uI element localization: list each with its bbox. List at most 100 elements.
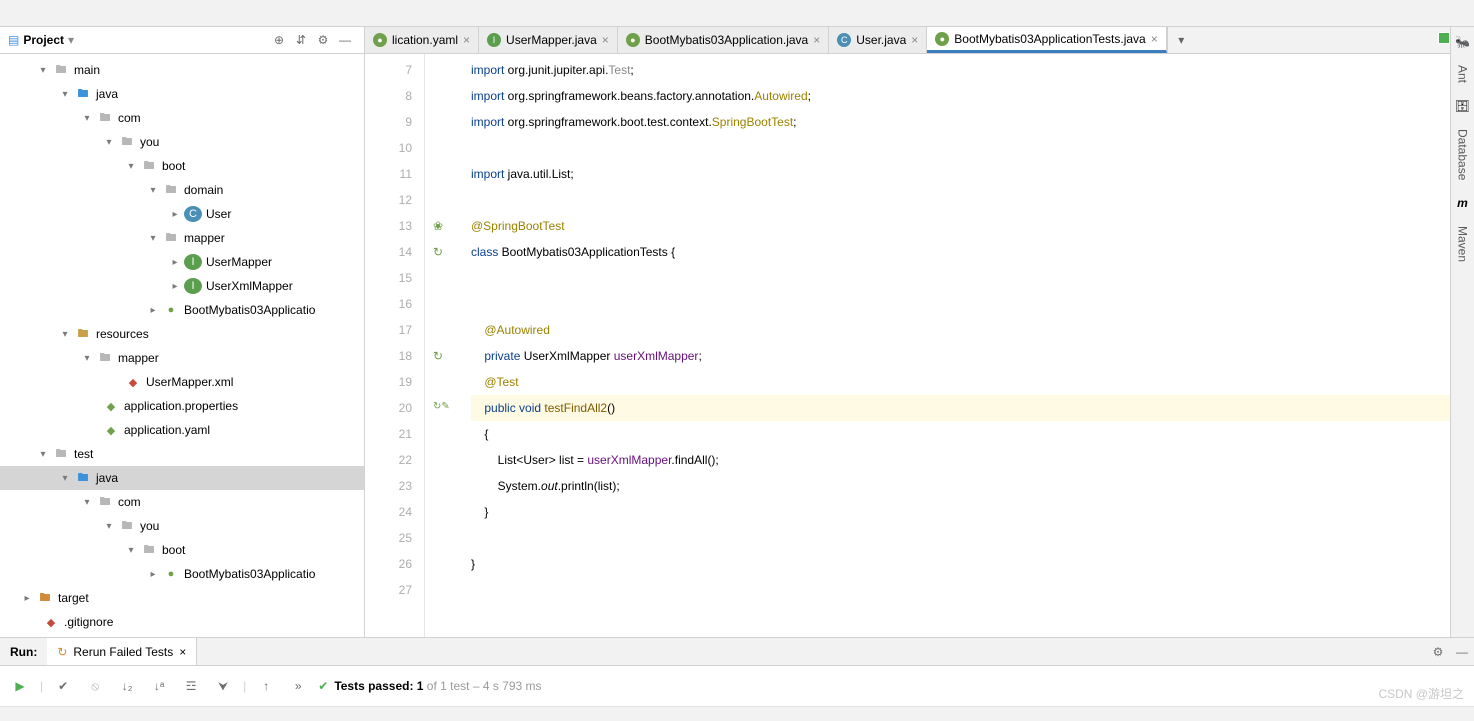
tree-item-usermapper[interactable]: IUserMapper <box>0 250 364 274</box>
tree-arrow-icon[interactable] <box>104 521 114 532</box>
tabs-more-icon[interactable]: ▾ <box>1167 27 1195 53</box>
code-line[interactable]: @SpringBootTest <box>471 213 1474 239</box>
ant-icon[interactable]: 🐜 <box>1455 35 1470 49</box>
tree-arrow-icon[interactable] <box>148 305 158 316</box>
tree-arrow-icon[interactable] <box>82 113 92 124</box>
tree-item-you[interactable]: 🖿you <box>0 130 364 154</box>
tree-arrow-icon[interactable] <box>60 473 70 484</box>
tool-maven[interactable]: Maven <box>1456 226 1470 262</box>
tree-arrow-icon[interactable] <box>82 353 92 364</box>
tree-item-userxmlmapper[interactable]: IUserXmlMapper <box>0 274 364 298</box>
tree-arrow-icon[interactable] <box>60 89 70 100</box>
close-icon[interactable]: × <box>911 33 918 47</box>
run-gutter-icon[interactable]: ↻ <box>433 349 447 363</box>
code-line[interactable] <box>471 577 1474 603</box>
tree-item-domain[interactable]: 🖿domain <box>0 178 364 202</box>
tree-item-main[interactable]: 🖿main <box>0 58 364 82</box>
history-icon[interactable]: » <box>286 674 310 698</box>
tree-arrow-icon[interactable] <box>148 233 158 244</box>
spring-gutter-icon[interactable]: ❀ <box>433 219 447 233</box>
tab-lication-yaml[interactable]: ●lication.yaml× <box>365 27 479 53</box>
code-line[interactable]: } <box>471 551 1474 577</box>
tree-item-java[interactable]: 🖿java <box>0 466 364 490</box>
tree-arrow-icon[interactable] <box>170 209 180 220</box>
code-line[interactable]: public void testFindAll2() <box>471 395 1474 421</box>
settings-icon[interactable]: ⚙ <box>312 29 334 51</box>
sort-abc-icon[interactable]: ↓ᵃ <box>147 674 171 698</box>
tree-item-resources[interactable]: 🖿resources <box>0 322 364 346</box>
tree-item-application-yaml[interactable]: ◆application.yaml <box>0 418 364 442</box>
tree-item-bootmybatis03applicatio[interactable]: ●BootMybatis03Applicatio <box>0 562 364 586</box>
tree-arrow-icon[interactable] <box>148 569 158 580</box>
run-gutter-icon[interactable]: ↻ <box>433 245 447 259</box>
tree-arrow-icon[interactable] <box>126 545 136 556</box>
code-line[interactable]: class BootMybatis03ApplicationTests { <box>471 239 1474 265</box>
project-dropdown-icon[interactable]: ▾ <box>68 33 74 47</box>
database-icon[interactable]: 🗄 <box>1455 99 1470 113</box>
close-icon[interactable]: × <box>463 33 470 47</box>
tree-item-boot[interactable]: 🖿boot <box>0 538 364 562</box>
check-icon[interactable]: ✔ <box>51 674 75 698</box>
tree-item--gitignore[interactable]: ◆.gitignore <box>0 610 364 634</box>
code-line[interactable] <box>471 291 1474 317</box>
tree-arrow-icon[interactable] <box>82 497 92 508</box>
tree-item-usermapper-xml[interactable]: ◆UserMapper.xml <box>0 370 364 394</box>
close-icon[interactable]: × <box>1151 32 1158 46</box>
run-edit-gutter-icon[interactable]: ↻✎ <box>433 401 447 415</box>
tree-arrow-icon[interactable] <box>148 185 158 196</box>
tab-user-java[interactable]: CUser.java× <box>829 27 927 53</box>
code-line[interactable]: import java.util.List; <box>471 161 1474 187</box>
code-line[interactable] <box>471 265 1474 291</box>
tab-usermapper-java[interactable]: IUserMapper.java× <box>479 27 618 53</box>
tree-arrow-icon[interactable] <box>170 257 180 268</box>
tool-database[interactable]: Database <box>1456 129 1470 180</box>
code-line[interactable]: @Autowired <box>471 317 1474 343</box>
code-line[interactable]: import org.springframework.boot.test.con… <box>471 109 1474 135</box>
play-icon[interactable]: ▶ <box>8 674 32 698</box>
tree-item-com[interactable]: 🖿com <box>0 490 364 514</box>
tree-arrow-icon[interactable] <box>38 65 48 76</box>
code-line[interactable]: import org.springframework.beans.factory… <box>471 83 1474 109</box>
code-line[interactable] <box>471 135 1474 161</box>
code-area[interactable]: import org.junit.jupiter.api.Test;import… <box>461 54 1474 637</box>
filter-icon[interactable]: ☲ <box>179 674 203 698</box>
code-line[interactable] <box>471 525 1474 551</box>
code-line[interactable]: List<User> list = userXmlMapper.findAll(… <box>471 447 1474 473</box>
tree-arrow-icon[interactable] <box>60 329 70 340</box>
tree-item-application-properties[interactable]: ◆application.properties <box>0 394 364 418</box>
code-line[interactable]: private UserXmlMapper userXmlMapper; <box>471 343 1474 369</box>
tree-item-target[interactable]: 🖿target <box>0 586 364 610</box>
tree-arrow-icon[interactable] <box>22 593 32 604</box>
close-icon[interactable]: × <box>602 33 609 47</box>
code-line[interactable]: } <box>471 499 1474 525</box>
tree-item-boot[interactable]: 🖿boot <box>0 154 364 178</box>
tree-item-you[interactable]: 🖿you <box>0 514 364 538</box>
tree-arrow-icon[interactable] <box>126 161 136 172</box>
tree-item-mapper[interactable]: 🖿mapper <box>0 346 364 370</box>
code-line[interactable] <box>471 187 1474 213</box>
close-icon[interactable]: × <box>813 33 820 47</box>
locate-icon[interactable]: ⊕ <box>268 29 290 51</box>
tree-item-java[interactable]: 🖿java <box>0 82 364 106</box>
tree-item-com[interactable]: 🖿com <box>0 106 364 130</box>
close-icon[interactable]: × <box>179 645 186 659</box>
tree-item-bootmybatis03applicatio[interactable]: ●BootMybatis03Applicatio <box>0 298 364 322</box>
sort-icon[interactable]: ↓₂ <box>115 674 139 698</box>
run-settings-icon[interactable]: ⚙ <box>1426 640 1450 664</box>
code-line[interactable]: { <box>471 421 1474 447</box>
maven-icon[interactable]: m <box>1457 196 1468 210</box>
tab-bootmybatis03application-java[interactable]: ●BootMybatis03Application.java× <box>618 27 829 53</box>
hide-icon[interactable]: — <box>334 29 356 51</box>
up-icon[interactable]: ↑ <box>254 674 278 698</box>
code-line[interactable]: import org.junit.jupiter.api.Test; <box>471 57 1474 83</box>
stop-icon[interactable]: ⦸ <box>83 674 107 698</box>
run-hide-icon[interactable]: — <box>1450 640 1474 664</box>
expand-icon[interactable]: ⇵ <box>290 29 312 51</box>
tree-arrow-icon[interactable] <box>38 449 48 460</box>
code-line[interactable]: @Test <box>471 369 1474 395</box>
tree-arrow-icon[interactable] <box>104 137 114 148</box>
tool-ant[interactable]: Ant <box>1456 65 1470 83</box>
tree-item-test[interactable]: 🖿test <box>0 442 364 466</box>
code-line[interactable]: System.out.println(list); <box>471 473 1474 499</box>
tree-item-mapper[interactable]: 🖿mapper <box>0 226 364 250</box>
